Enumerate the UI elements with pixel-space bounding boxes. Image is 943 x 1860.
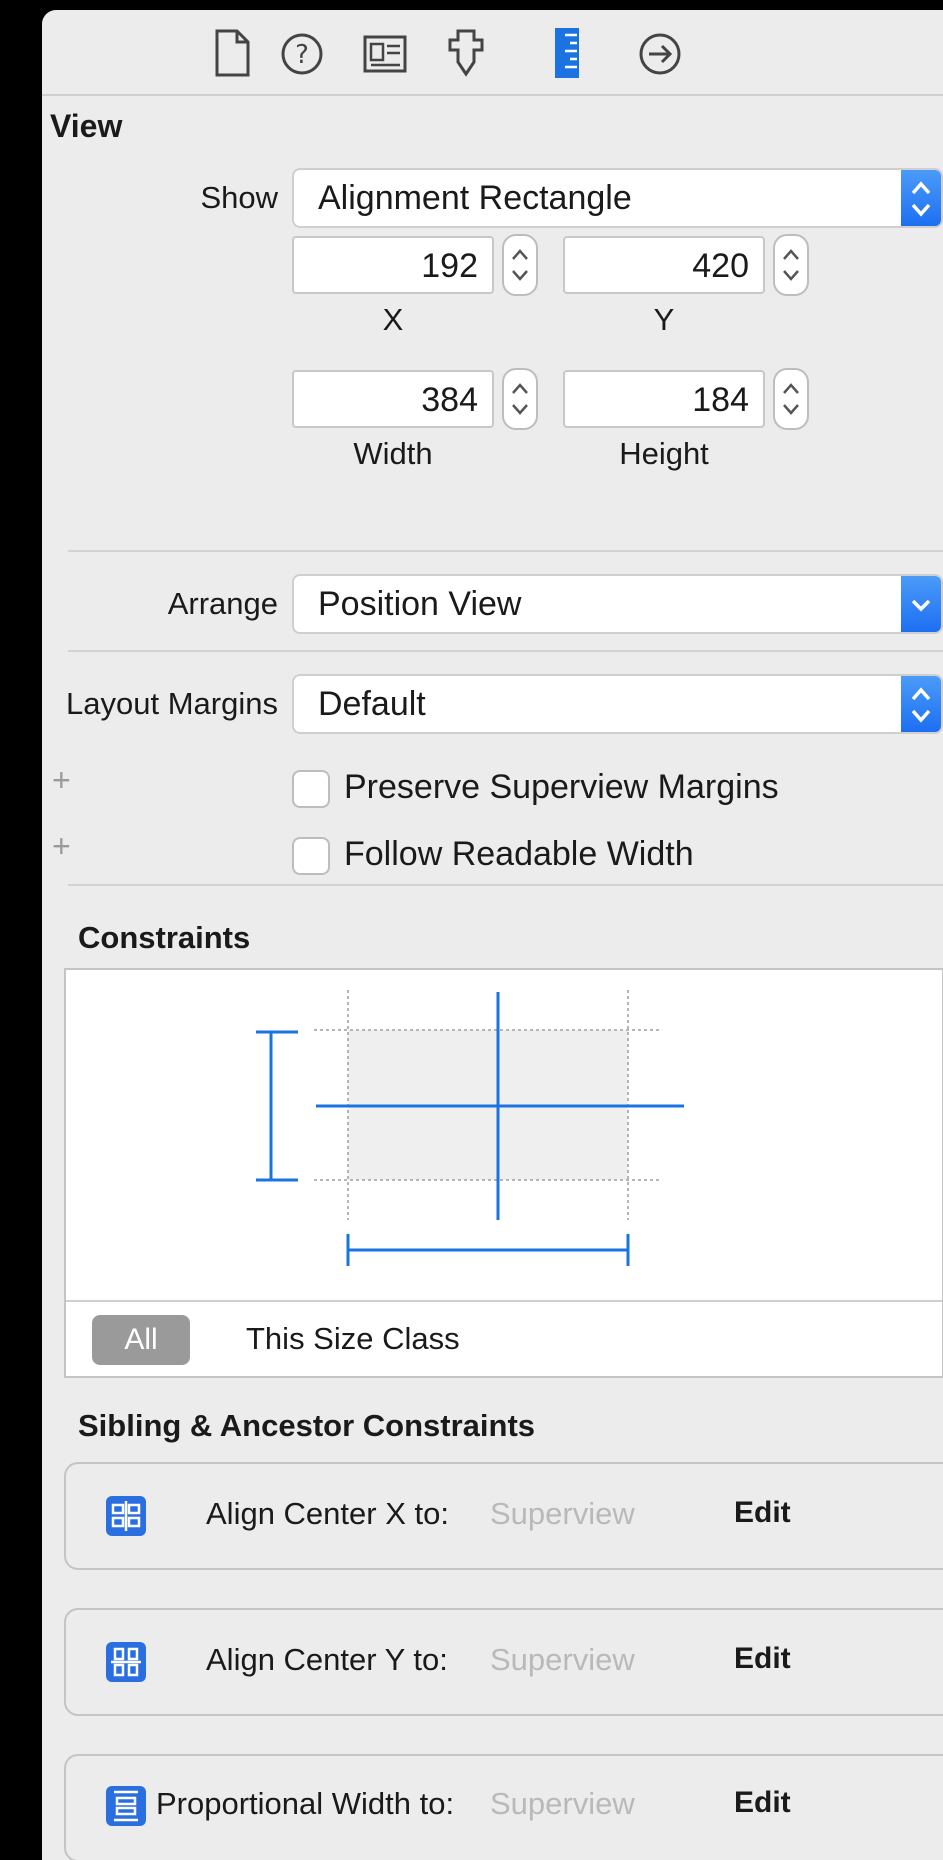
width-label: Width	[353, 436, 433, 471]
y-label: Y	[653, 302, 675, 337]
connections-inspector-icon[interactable]	[638, 32, 682, 76]
svg-text:?: ?	[295, 40, 309, 70]
width-field[interactable]: 384	[292, 370, 494, 428]
inspector-toolbar: ?	[42, 10, 943, 96]
section-title: View	[50, 108, 123, 144]
height-field[interactable]: 184	[563, 370, 765, 428]
align-center-y-icon	[106, 1642, 146, 1682]
layout-margins-label: Layout Margins	[66, 686, 278, 721]
all-button[interactable]: All	[92, 1315, 190, 1365]
popup-stepper-icon	[901, 676, 941, 732]
show-label: Show	[200, 180, 278, 215]
arrange-label: Arrange	[167, 586, 278, 621]
x-label: X	[382, 302, 404, 337]
size-class-button[interactable]: This Size Class	[246, 1321, 460, 1357]
constraint-target: Superview	[490, 1496, 635, 1531]
preserve-margins-label: Preserve Superview Margins	[344, 768, 779, 806]
x-stepper[interactable]	[502, 234, 538, 296]
constraint-label: Align Center Y to:	[206, 1642, 448, 1677]
y-stepper[interactable]	[773, 234, 809, 296]
edit-button[interactable]: Edit	[734, 1496, 791, 1530]
divider	[68, 884, 943, 886]
constraint-diagram	[256, 990, 684, 1266]
file-inspector-icon[interactable]	[212, 28, 252, 78]
align-center-x-icon	[106, 1496, 146, 1536]
follow-readable-label: Follow Readable Width	[344, 835, 694, 873]
divider	[68, 650, 943, 652]
sibling-title: Sibling & Ancestor Constraints	[78, 1408, 536, 1443]
constraints-title: Constraints	[78, 920, 251, 955]
edit-button[interactable]: Edit	[734, 1786, 791, 1820]
chevron-down-icon	[901, 576, 941, 632]
help-icon[interactable]: ?	[280, 32, 324, 76]
constraints-footer	[66, 1300, 942, 1302]
y-field[interactable]: 420	[563, 236, 765, 294]
constraint-row: Align Center X to: Superview Edit	[64, 1462, 943, 1570]
x-field[interactable]: 192	[292, 236, 494, 294]
preserve-margins-checkbox[interactable]	[292, 770, 330, 808]
popup-stepper-icon	[901, 170, 941, 226]
arrange-popup[interactable]: Position View	[292, 574, 943, 634]
identity-inspector-icon[interactable]	[362, 34, 408, 74]
plus-icon[interactable]: +	[52, 828, 71, 865]
attributes-inspector-icon[interactable]	[446, 28, 486, 78]
divider	[68, 550, 943, 552]
layout-margins-popup[interactable]: Default	[292, 674, 943, 734]
layout-margins-value: Default	[318, 685, 426, 723]
proportional-width-icon	[106, 1786, 146, 1826]
show-value: Alignment Rectangle	[318, 179, 632, 217]
size-inspector-panel: ? View Show Alignment Rectangle 192 420 …	[42, 10, 943, 1860]
height-stepper[interactable]	[773, 368, 809, 430]
arrange-value: Position View	[318, 585, 522, 623]
constraint-target: Superview	[490, 1786, 635, 1821]
show-popup[interactable]: Alignment Rectangle	[292, 168, 943, 228]
follow-readable-checkbox[interactable]	[292, 837, 330, 875]
edit-button[interactable]: Edit	[734, 1642, 791, 1676]
constraint-label: Proportional Width to:	[156, 1786, 455, 1821]
size-inspector-icon[interactable]	[553, 26, 581, 80]
constraint-row: Proportional Width to: Superview Edit	[64, 1754, 943, 1860]
constraint-target: Superview	[490, 1642, 635, 1677]
constraint-label: Align Center X to:	[206, 1496, 449, 1531]
constraint-row: Align Center Y to: Superview Edit	[64, 1608, 943, 1716]
constraints-box: All This Size Class	[64, 968, 943, 1378]
plus-icon[interactable]: +	[52, 762, 71, 799]
height-label: Height	[619, 436, 709, 471]
width-stepper[interactable]	[502, 368, 538, 430]
